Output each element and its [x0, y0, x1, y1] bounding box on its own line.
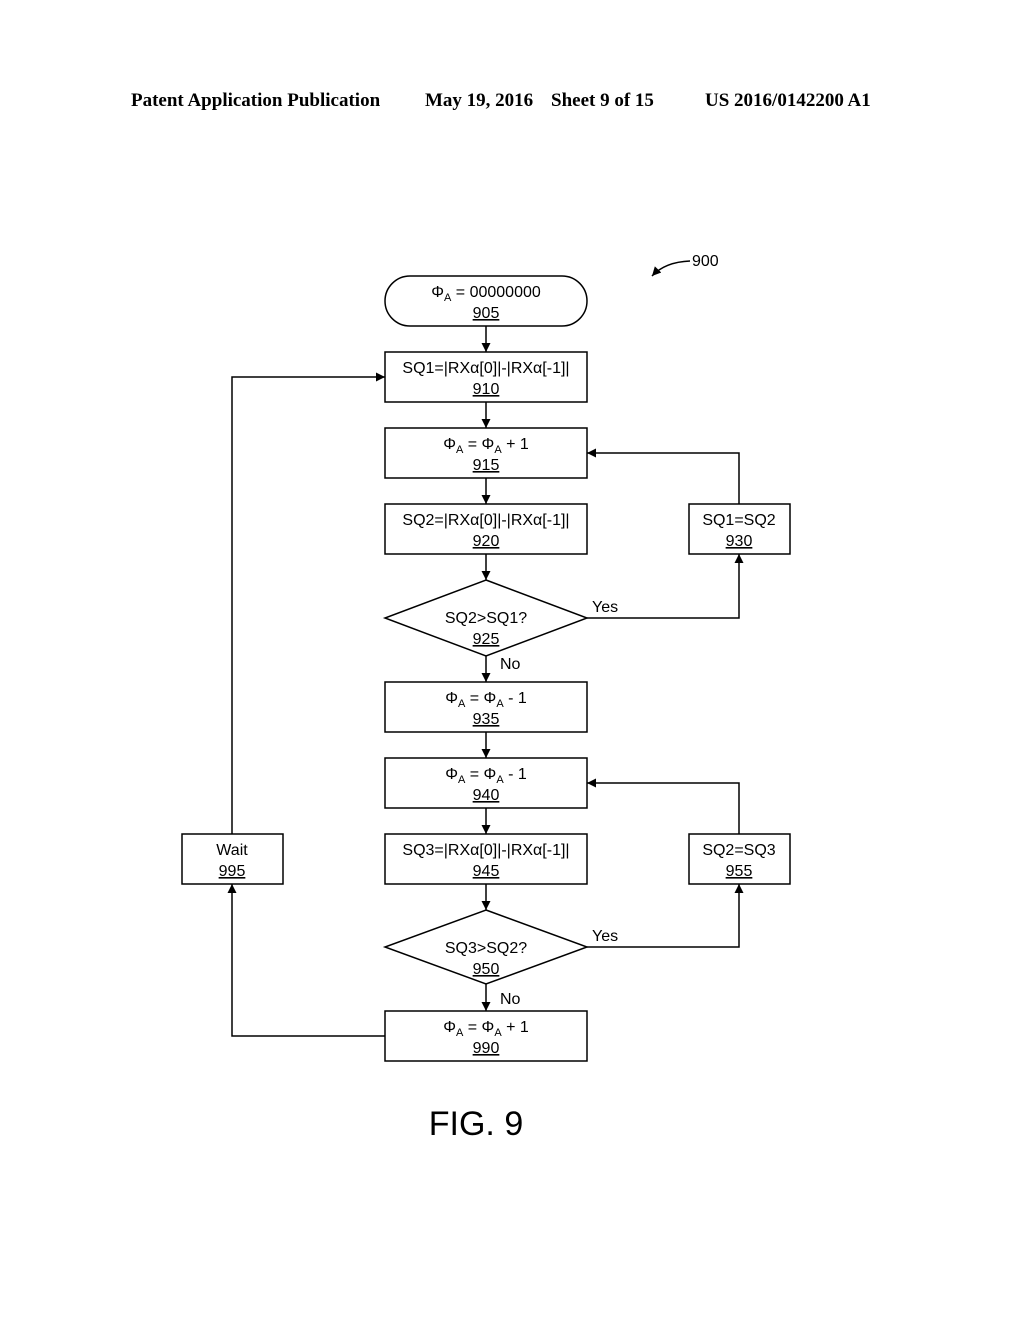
edge-930-915 — [587, 448, 740, 504]
node-945-ref: 945 — [473, 863, 500, 880]
node-950-label: SQ3>SQ2? — [445, 940, 527, 957]
yes-label-950: Yes — [592, 928, 618, 945]
node-915-ref: 915 — [473, 457, 500, 474]
node-920-label: SQ2=|RXα[0]|-|RXα[-1]| — [402, 512, 569, 529]
yes-label-925: Yes — [592, 599, 618, 616]
node-955-ref: 955 — [726, 863, 753, 880]
node-905: ΦA = 00000000 905 — [384, 275, 588, 327]
node-995: Wait 995 — [181, 833, 284, 885]
node-990-ref: 990 — [473, 1040, 500, 1057]
node-905-ref: 905 — [473, 305, 500, 322]
node-930: SQ1=SQ2 930 — [688, 503, 791, 555]
edge-990-995 — [227, 884, 385, 1037]
node-955: SQ2=SQ3 955 — [688, 833, 791, 885]
node-925-label: SQ2>SQ1? — [445, 610, 527, 627]
node-935: ΦA = ΦA - 1 935 — [384, 681, 588, 733]
node-920-ref: 920 — [473, 533, 500, 550]
node-945: SQ3=|RXα[0]|-|RXα[-1]| 945 — [384, 833, 588, 885]
node-935-ref: 935 — [473, 711, 500, 728]
node-925: SQ2>SQ1? 925 — [382, 579, 590, 657]
node-945-label: SQ3=|RXα[0]|-|RXα[-1]| — [402, 842, 569, 859]
figure-reference: 900 — [651, 253, 719, 277]
figure-ref-number: 900 — [692, 253, 719, 270]
node-950-ref: 950 — [473, 961, 500, 978]
node-915: ΦA = ΦA + 1 915 — [384, 427, 588, 479]
node-910-label: SQ1=|RXα[0]|-|RXα[-1]| — [402, 360, 569, 377]
edge-955-940 — [587, 778, 740, 834]
no-label-950: No — [500, 991, 521, 1008]
figure-caption: FIG. 9 — [429, 1105, 523, 1143]
reference-arrow — [651, 260, 691, 277]
node-995-label: Wait — [216, 842, 248, 859]
node-995-ref: 995 — [219, 863, 246, 880]
flowchart: 900 ΦA = 00000000 905 SQ1=|RXα[0]|-|RXα[… — [181, 253, 791, 1143]
node-990: ΦA = ΦA + 1 990 — [384, 1010, 588, 1062]
node-940-ref: 940 — [473, 787, 500, 804]
node-920: SQ2=|RXα[0]|-|RXα[-1]| 920 — [384, 503, 588, 555]
node-930-ref: 930 — [726, 533, 753, 550]
node-910-ref: 910 — [473, 381, 500, 398]
node-925-ref: 925 — [473, 631, 500, 648]
node-930-label: SQ1=SQ2 — [702, 512, 775, 529]
node-940: ΦA = ΦA - 1 940 — [384, 757, 588, 809]
no-label-925: No — [500, 656, 521, 673]
node-955-label: SQ2=SQ3 — [702, 842, 775, 859]
edge-995-910 — [231, 372, 385, 834]
node-950: SQ3>SQ2? 950 — [382, 909, 590, 985]
node-910: SQ1=|RXα[0]|-|RXα[-1]| 910 — [384, 351, 588, 403]
